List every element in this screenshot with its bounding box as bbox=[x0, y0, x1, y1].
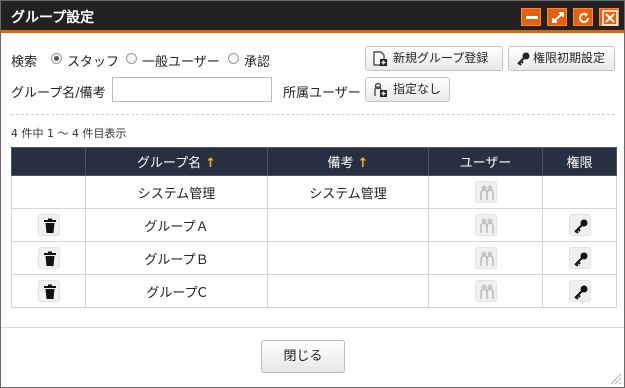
note-cell: システム管理 bbox=[267, 175, 429, 209]
group-table: グループ名 ↑ 備考 ↑ ユーザー 権限 システム管理 システム管理 グループＡ… bbox=[11, 147, 617, 308]
users-cell bbox=[428, 208, 543, 242]
reset-permissions-button[interactable]: 権限初期設定 bbox=[508, 46, 615, 71]
users-cell bbox=[428, 241, 543, 275]
radio-approval-label[interactable]: 承認 bbox=[244, 51, 270, 70]
refresh-button[interactable] bbox=[573, 8, 593, 26]
note-cell bbox=[267, 208, 429, 242]
users-icon bbox=[479, 251, 494, 266]
header-group-name-label: グループ名 bbox=[136, 156, 202, 171]
minimize-icon bbox=[526, 16, 538, 19]
header-note-label: 備考 bbox=[327, 156, 354, 171]
permission-cell bbox=[542, 274, 617, 308]
permission-button[interactable] bbox=[568, 280, 591, 302]
key-icon bbox=[573, 252, 587, 267]
maximize-button[interactable] bbox=[547, 8, 567, 26]
title-bar[interactable]: グループ設定 bbox=[1, 1, 624, 33]
close-button[interactable]: 閉じる bbox=[261, 340, 345, 373]
group-name-cell: システム管理 bbox=[85, 175, 268, 209]
delete-button[interactable] bbox=[37, 280, 60, 302]
view-users-button[interactable] bbox=[474, 280, 497, 302]
note-cell bbox=[267, 274, 429, 308]
permission-cell bbox=[542, 241, 617, 275]
delete-cell bbox=[11, 274, 86, 308]
member-label: 所属ユーザー bbox=[283, 86, 361, 101]
radio-general-user[interactable] bbox=[126, 53, 137, 64]
member-select-button[interactable]: 指定なし bbox=[365, 77, 450, 102]
new-group-button[interactable]: 新規グループ登録 bbox=[365, 46, 503, 71]
permission-button[interactable] bbox=[568, 214, 591, 236]
radio-staff[interactable] bbox=[51, 53, 62, 64]
table-row: システム管理 システム管理 bbox=[11, 175, 617, 209]
maximize-icon bbox=[552, 12, 564, 23]
trash-icon bbox=[43, 218, 56, 233]
window-title: グループ設定 bbox=[11, 10, 95, 26]
table-row: グループＡ bbox=[11, 208, 617, 242]
minimize-button[interactable] bbox=[521, 8, 541, 26]
permission-cell bbox=[542, 175, 617, 209]
table-row: グループＢ bbox=[11, 241, 617, 275]
table-row: グループC bbox=[11, 274, 617, 308]
sort-asc-icon: ↑ bbox=[357, 156, 369, 171]
view-users-button[interactable] bbox=[474, 181, 497, 203]
radio-staff-label[interactable]: スタッフ bbox=[67, 51, 119, 70]
sort-asc-icon: ↑ bbox=[205, 156, 217, 171]
add-user-icon bbox=[374, 82, 387, 97]
header-group-name[interactable]: グループ名 ↑ bbox=[85, 147, 268, 176]
group-name-cell: グループＡ bbox=[85, 208, 268, 242]
permission-button[interactable] bbox=[568, 247, 591, 269]
delete-cell bbox=[11, 241, 86, 275]
key-icon bbox=[573, 219, 587, 234]
header-delete bbox=[11, 147, 86, 176]
close-window-button[interactable] bbox=[599, 8, 619, 26]
view-users-button[interactable] bbox=[474, 247, 497, 269]
search-label: 検索 bbox=[11, 55, 38, 70]
result-count: 4 件中 1 ～ 4 件目表示 bbox=[11, 127, 127, 140]
delete-button[interactable] bbox=[37, 247, 60, 269]
close-icon bbox=[602, 10, 618, 26]
group-name-input[interactable] bbox=[112, 77, 272, 102]
delete-cell bbox=[11, 175, 86, 209]
add-document-icon bbox=[373, 51, 387, 66]
radio-general-user-label[interactable]: 一般ユーザー bbox=[142, 51, 220, 70]
view-users-button[interactable] bbox=[474, 214, 497, 236]
refresh-icon bbox=[579, 12, 589, 23]
users-cell bbox=[428, 274, 543, 308]
users-icon bbox=[479, 284, 494, 299]
new-group-button-label: 新規グループ登録 bbox=[393, 51, 489, 65]
trash-icon bbox=[43, 251, 56, 266]
header-permission: 権限 bbox=[542, 147, 617, 176]
users-cell bbox=[428, 175, 543, 209]
key-icon bbox=[517, 52, 530, 66]
users-icon bbox=[479, 185, 494, 200]
permission-cell bbox=[542, 208, 617, 242]
reset-permissions-button-label: 権限初期設定 bbox=[533, 51, 606, 65]
key-icon bbox=[573, 285, 587, 300]
footer-divider bbox=[1, 327, 624, 328]
note-cell bbox=[267, 241, 429, 275]
users-icon bbox=[479, 218, 494, 233]
trash-icon bbox=[43, 284, 56, 299]
radio-approval[interactable] bbox=[228, 53, 239, 64]
table-header-row: グループ名 ↑ 備考 ↑ ユーザー 権限 bbox=[11, 147, 617, 176]
header-users: ユーザー bbox=[428, 147, 543, 176]
header-note[interactable]: 備考 ↑ bbox=[267, 147, 429, 176]
member-select-button-label: 指定なし bbox=[393, 82, 442, 96]
group-name-cell: グループＢ bbox=[85, 241, 268, 275]
resize-grip-icon[interactable] bbox=[608, 371, 622, 385]
group-name-cell: グループC bbox=[85, 274, 268, 308]
section-divider bbox=[11, 114, 615, 115]
group-settings-window: グループ設定 検索 スタッフ 一般ユーザー 承認 新規グループ登録 権限初期設定… bbox=[0, 0, 625, 388]
delete-button[interactable] bbox=[37, 214, 60, 236]
delete-cell bbox=[11, 208, 86, 242]
group-name-label: グループ名/備考 bbox=[11, 86, 106, 101]
